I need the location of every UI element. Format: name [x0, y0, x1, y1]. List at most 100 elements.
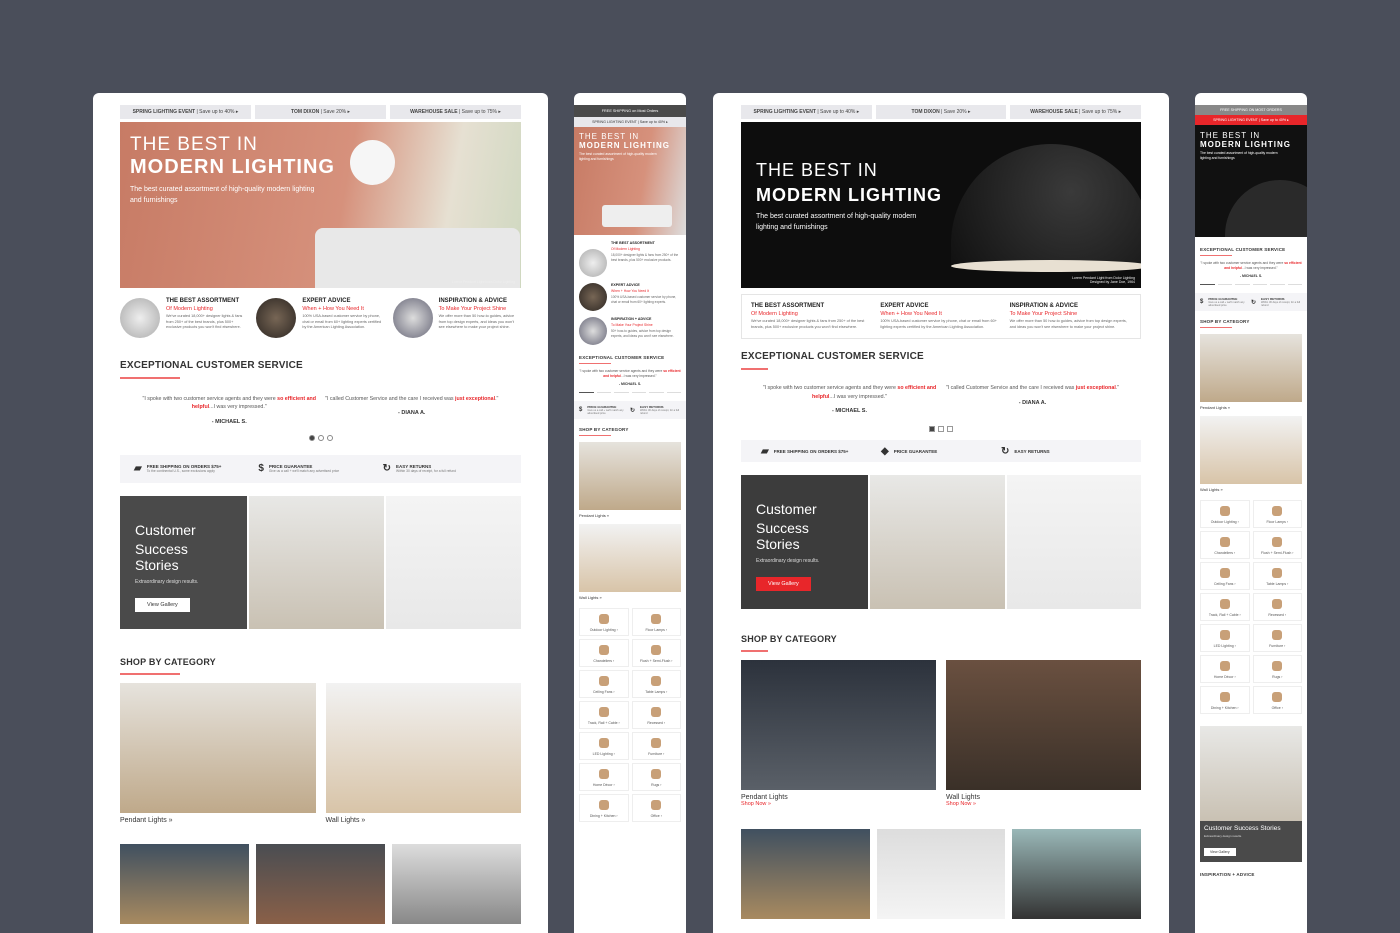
- promo-warehouse[interactable]: WAREHOUSE SALE | Save up to 75% ▸: [1010, 105, 1142, 119]
- promo-bar: SPRING LIGHTING EVENT | Save up to 40% ▸…: [741, 105, 1142, 119]
- category-main: Pendant Lights » Wall Lights »: [120, 682, 521, 824]
- service-heading: EXCEPTIONAL CUSTOMER SERVICE: [120, 360, 303, 371]
- category-tile[interactable]: Track, Rail + Cable ›: [1200, 593, 1250, 622]
- feature-assortment[interactable]: THE BEST ASSORTMENT Of Modern Lighting We'…: [751, 303, 872, 330]
- category-tile[interactable]: Home Décor ›: [1200, 655, 1250, 684]
- feature-expert-advice[interactable]: EXPERT ADVICE When + How You Need It 100% …: [579, 283, 681, 311]
- view-gallery-button[interactable]: View Gallery: [756, 577, 811, 592]
- feature-inspiration[interactable]: INSPIRATION + ADVICE To Make Your Project…: [579, 317, 681, 345]
- mobile-promo[interactable]: SPRING LIGHTING EVENT | Save up to 40% ▸: [574, 117, 686, 127]
- carousel-indicator[interactable]: [579, 392, 681, 394]
- promo-tom-dixon[interactable]: TOM DIXON | Save 20% ▸: [255, 105, 386, 119]
- promo-tom-dixon[interactable]: TOM DIXON | Save 20% ▸: [875, 105, 1007, 119]
- perk-returns: ↻ EASY RETURNS: [1001, 445, 1050, 457]
- gallery-image[interactable]: [870, 475, 1005, 610]
- mobile-perks: $ PRICE GUARANTEE Give us a call + we'll m…: [1195, 293, 1307, 312]
- category-tile[interactable]: Floor Lamps ›: [1252, 500, 1302, 529]
- hero-banner[interactable]: THE BEST IN MODERN LIGHTING The best cur…: [741, 122, 1141, 288]
- mobile-promo[interactable]: SPRING LIGHTING EVENT | Save up to 40% ▸: [1195, 115, 1307, 125]
- promo-warehouse[interactable]: WAREHOUSE SALE | Save up to 75% ▸: [390, 105, 521, 119]
- category-secondary: [741, 829, 1142, 920]
- category-tile[interactable]: Track, Rail + Cable ›: [579, 701, 629, 730]
- carousel-dot[interactable]: [326, 434, 333, 441]
- shipping-bar: FREE SHIPPING on Most Orders: [574, 105, 686, 117]
- category-tile[interactable]: Chandeliers ›: [1200, 531, 1250, 560]
- feature-inspiration[interactable]: INSPIRATION & ADVICE To Make Your Project…: [392, 298, 521, 338]
- carousel-dot[interactable]: [938, 426, 944, 433]
- feature-assortment[interactable]: THE BEST ASSORTMENT Of Modern Lighting We'…: [120, 298, 248, 338]
- features-row: THE BEST ASSORTMENT Of Modern Lighting We'…: [741, 294, 1141, 340]
- hero-subtitle: The best curated assortment of high-qual…: [130, 186, 315, 204]
- category-tile[interactable]: Home Décor ›: [579, 763, 629, 792]
- desktop-mockup-a: SPRING LIGHTING EVENT | Save up to 40% ▸…: [93, 93, 548, 933]
- category-wall[interactable]: Wall Lights Shop Now »: [946, 660, 1141, 807]
- mobile-hero[interactable]: THE BEST IN MODERN LIGHTING The best cur…: [1195, 125, 1307, 237]
- carousel-dot[interactable]: [308, 434, 315, 441]
- gallery-image[interactable]: [249, 495, 384, 629]
- category-image[interactable]: [392, 843, 521, 924]
- mobile-features: THE BEST ASSORTMENT Of Modern Lighting 18,…: [574, 235, 686, 345]
- category-tile[interactable]: Floor Lamps ›: [631, 608, 681, 637]
- carousel-indicator[interactable]: [1200, 284, 1302, 286]
- category-tile[interactable]: LED Lighting ›: [579, 732, 629, 761]
- category-tile[interactable]: Office ›: [631, 794, 681, 823]
- view-gallery-button[interactable]: View Gallery: [135, 597, 190, 612]
- category-tile[interactable]: Table Lamps ›: [1252, 562, 1302, 591]
- shop-heading: SHOP BY CATEGORY: [741, 634, 837, 645]
- category-image[interactable]: [120, 843, 249, 924]
- category-tile[interactable]: Table Lamps ›: [631, 670, 681, 699]
- category-tile[interactable]: Office ›: [1252, 686, 1302, 715]
- category-tile[interactable]: Recessed ›: [631, 701, 681, 730]
- testimonials: "I spoke with two customer service agent…: [138, 395, 503, 427]
- perk-price: $ PRICE GUARANTEE Give us a call + we'll m…: [258, 463, 340, 475]
- category-grid: Outdoor Lighting › Floor Lamps › Chandelie…: [1200, 500, 1302, 715]
- category-pendant[interactable]: Pendant Lights »: [120, 682, 316, 824]
- features-row: THE BEST ASSORTMENT Of Modern Lighting We'…: [120, 298, 521, 338]
- pendant-image[interactable]: [1200, 334, 1302, 403]
- wall-image[interactable]: [579, 524, 681, 593]
- category-tile[interactable]: Flush + Semi-Flush ›: [631, 639, 681, 668]
- category-tile[interactable]: LED Lighting ›: [1200, 624, 1250, 653]
- category-tile[interactable]: Furniture ›: [1252, 624, 1302, 653]
- mobile-hero[interactable]: THE BEST IN MODERN LIGHTING The best cur…: [574, 127, 686, 235]
- category-tile[interactable]: Furniture ›: [631, 732, 681, 761]
- feature-expert-advice[interactable]: EXPERT ADVICE When + How You Need It 100% …: [256, 298, 384, 338]
- category-tile[interactable]: Outdoor Lighting ›: [579, 608, 629, 637]
- gallery-image[interactable]: [1006, 475, 1141, 610]
- success-panel: Customer Success Stories Extraordinary d…: [120, 495, 247, 629]
- hero-banner[interactable]: THE BEST IN MODERN LIGHTING The best cur…: [120, 122, 521, 288]
- category-image[interactable]: [256, 843, 385, 924]
- category-tile[interactable]: Dining + Kitchen ›: [1200, 686, 1250, 715]
- testimonials: "I spoke with two customer service agent…: [762, 385, 1120, 415]
- success-stories: Customer Success Stories Extraordinary d…: [741, 475, 1141, 610]
- promo-spring[interactable]: SPRING LIGHTING EVENT | Save up to 40% ▸: [120, 105, 251, 119]
- perks-bar: ▰ FREE SHIPPING ON ORDERS $75+ To the cont…: [120, 454, 521, 483]
- category-tile[interactable]: Recessed ›: [1252, 593, 1302, 622]
- gallery-image[interactable]: [386, 495, 521, 629]
- perk-returns: ↻ EASY RETURNS Within 30 days of receipt, …: [382, 463, 456, 475]
- returns-icon: ↻: [1001, 445, 1010, 457]
- category-image[interactable]: [741, 829, 870, 920]
- category-tile[interactable]: Ceiling Fans ›: [579, 670, 629, 699]
- feature-assortment[interactable]: THE BEST ASSORTMENT Of Modern Lighting 18,…: [579, 241, 681, 277]
- category-image[interactable]: [1012, 829, 1142, 920]
- carousel-dot[interactable]: [317, 434, 324, 441]
- category-wall[interactable]: Wall Lights »: [325, 682, 521, 824]
- category-tile[interactable]: Rugs ›: [1252, 655, 1302, 684]
- carousel-dot[interactable]: [947, 426, 953, 433]
- category-tile[interactable]: Rugs ›: [631, 763, 681, 792]
- feature-inspiration[interactable]: INSPIRATION & ADVICE To Make Your Project…: [1010, 303, 1131, 330]
- category-tile[interactable]: Ceiling Fans ›: [1200, 562, 1250, 591]
- feature-expert-advice[interactable]: EXPERT ADVICE When + How You Need It 100% …: [880, 303, 1001, 330]
- category-tile[interactable]: Chandeliers ›: [579, 639, 629, 668]
- category-tile[interactable]: Dining + Kitchen ›: [579, 794, 629, 823]
- pendant-image[interactable]: [579, 442, 681, 511]
- category-image[interactable]: [876, 829, 1006, 920]
- carousel-dot[interactable]: [929, 426, 935, 433]
- desktop-mockup-b: SPRING LIGHTING EVENT | Save up to 40% ▸…: [713, 93, 1169, 933]
- wall-image[interactable]: [1200, 416, 1302, 485]
- category-tile[interactable]: Flush + Semi-Flush ›: [1252, 531, 1302, 560]
- promo-spring[interactable]: SPRING LIGHTING EVENT | Save up to 40% ▸: [741, 105, 872, 119]
- category-tile[interactable]: Outdoor Lighting ›: [1200, 500, 1250, 529]
- category-pendant[interactable]: Pendant Lights Shop Now »: [741, 660, 936, 807]
